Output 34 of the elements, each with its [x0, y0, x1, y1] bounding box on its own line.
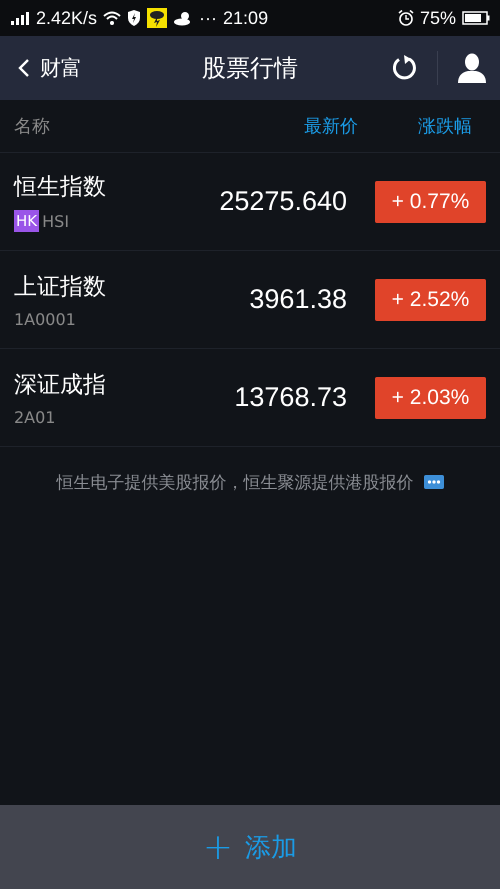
storm-icon [147, 8, 168, 28]
alarm-icon [398, 10, 414, 26]
back-button[interactable]: 财富 [18, 54, 82, 82]
stock-code: 1A0001 [14, 310, 76, 328]
change-badge[interactable]: + 0.77% [375, 180, 486, 222]
add-button[interactable]: + 添加 [196, 826, 304, 868]
page-title: 股票行情 [202, 53, 298, 84]
sort-header[interactable]: 涨跌幅 [418, 114, 472, 138]
change-badge[interactable]: + 2.52% [375, 278, 486, 320]
back-chevron-icon [18, 58, 30, 78]
sort-header[interactable]: 最新价 [304, 114, 358, 138]
stock-name: 恒生指数 [14, 173, 107, 202]
more-icon[interactable] [424, 475, 444, 489]
shield-icon [127, 10, 142, 26]
stock-price: 3961.38 [249, 284, 347, 315]
user-icon[interactable] [458, 53, 486, 83]
refresh-icon[interactable] [391, 54, 419, 82]
stock-price: 25275.640 [219, 186, 347, 217]
wifi-icon [103, 11, 122, 25]
battery-icon [462, 11, 490, 25]
status-dots: ··· [199, 8, 218, 28]
battery-percent: 75% [420, 8, 456, 28]
stock-name: 上证指数 [14, 272, 107, 302]
signal-icon [10, 11, 30, 25]
stock-code: 2A01 [14, 408, 56, 426]
data-source-note: 恒生电子提供美股报价，恒生聚源提供港股报价 [56, 472, 414, 494]
stock-code: HSI [42, 212, 70, 230]
clock: 21:09 [223, 8, 268, 28]
column-header: 名称 [14, 115, 51, 138]
stock-price: 13768.73 [234, 382, 347, 413]
network-speed: 2.42K/s [36, 8, 98, 28]
change-badge[interactable]: + 2.03% [375, 376, 486, 418]
stock-name: 深证成指 [14, 370, 107, 400]
market-tag: HK [14, 210, 40, 232]
